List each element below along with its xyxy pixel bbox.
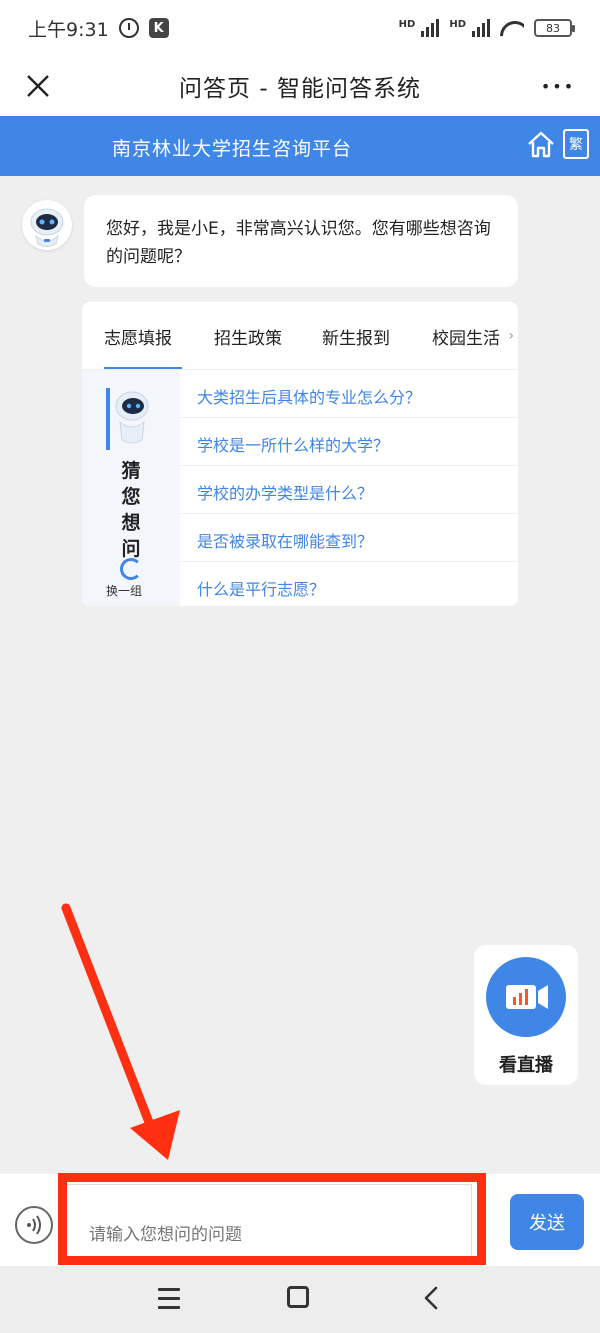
- send-button[interactable]: 发送: [510, 1194, 584, 1250]
- question-item[interactable]: 学校的办学类型是什么？: [180, 466, 518, 514]
- refresh-icon[interactable]: [120, 558, 142, 580]
- tab-admission-policy[interactable]: 招生政策: [214, 302, 292, 369]
- platform-header: 南京林业大学招生咨询平台 繁: [0, 116, 600, 176]
- signal-icon-2: [472, 19, 490, 37]
- question-item[interactable]: 是否被录取在哪能查到？: [180, 514, 518, 562]
- alarm-icon: [118, 18, 139, 38]
- close-icon: [27, 75, 49, 97]
- tab-volunteer-filling[interactable]: 志愿填报: [104, 302, 182, 369]
- traditional-chinese-button[interactable]: 繁: [563, 129, 589, 159]
- hd-label: HD: [398, 19, 416, 30]
- input-bar: 发送: [0, 1174, 600, 1266]
- chevron-right-icon[interactable]: ›: [508, 328, 514, 344]
- wifi-icon: [500, 19, 524, 37]
- home-icon[interactable]: [526, 129, 556, 159]
- more-button[interactable]: •••: [538, 66, 578, 106]
- status-bar: 上午9:31 K HD HD 83: [0, 0, 600, 56]
- title-bar: 问答页 - 智能问答系统 •••: [0, 56, 600, 116]
- battery-level: 83: [546, 21, 560, 35]
- back-icon[interactable]: [420, 1284, 444, 1312]
- status-right: HD HD 83: [398, 19, 575, 37]
- video-camera-icon: [506, 985, 548, 1009]
- refresh-button[interactable]: 换一组: [106, 582, 142, 599]
- tab-freshman-registration[interactable]: 新生报到: [322, 302, 400, 369]
- category-tabs: 志愿填报 招生政策 新生报到 校园生活 ›: [82, 302, 518, 370]
- close-button[interactable]: [18, 66, 58, 106]
- question-item[interactable]: 学校是一所什么样的大学？: [180, 418, 518, 466]
- voice-icon: [27, 1215, 41, 1235]
- voice-button[interactable]: [15, 1206, 53, 1244]
- page-title: 问答页 - 智能问答系统: [179, 76, 421, 102]
- system-nav-bar: [0, 1266, 600, 1333]
- question-list: 大类招生后具体的专业怎么分？ 学校是一所什么样的大学？ 学校的办学类型是什么？ …: [180, 370, 518, 606]
- nav-home-icon[interactable]: [287, 1286, 309, 1308]
- question-input[interactable]: [66, 1184, 472, 1258]
- battery-icon: 83: [534, 19, 575, 37]
- watch-live-button[interactable]: 看直播: [474, 945, 578, 1085]
- status-time: 上午9:31: [28, 18, 109, 41]
- guess-title: 猜您想问: [121, 460, 141, 560]
- platform-title: 南京林业大学招生咨询平台: [112, 138, 353, 160]
- question-item[interactable]: 什么是平行志愿？: [180, 562, 518, 606]
- more-icon: •••: [540, 76, 576, 96]
- greeting-bubble: 您好，我是小E，非常高兴认识您。您有哪些想咨询的问题呢？: [84, 195, 518, 287]
- tab-campus-life[interactable]: 校园生活: [432, 302, 512, 369]
- live-label: 看直播: [499, 1055, 553, 1076]
- status-left: 上午9:31 K: [28, 15, 169, 42]
- robot-icon: [30, 208, 64, 247]
- signal-icon: [421, 19, 440, 37]
- robot-icon: [106, 388, 149, 450]
- bot-avatar: [22, 200, 72, 250]
- guess-panel: 猜您想问 换一组: [82, 370, 180, 606]
- suggestion-card: 志愿填报 招生政策 新生报到 校园生活 › 猜您想问 换一组 大类招生后具体的专…: [82, 302, 518, 606]
- k-app-icon: K: [148, 18, 169, 38]
- question-item[interactable]: 大类招生后具体的专业怎么分？: [180, 370, 518, 418]
- menu-icon[interactable]: [158, 1288, 180, 1309]
- live-circle: [486, 957, 566, 1037]
- hd-label-2: HD: [449, 19, 466, 30]
- greeting-text: 您好，我是小E，非常高兴认识您。您有哪些想咨询的问题呢？: [106, 219, 491, 267]
